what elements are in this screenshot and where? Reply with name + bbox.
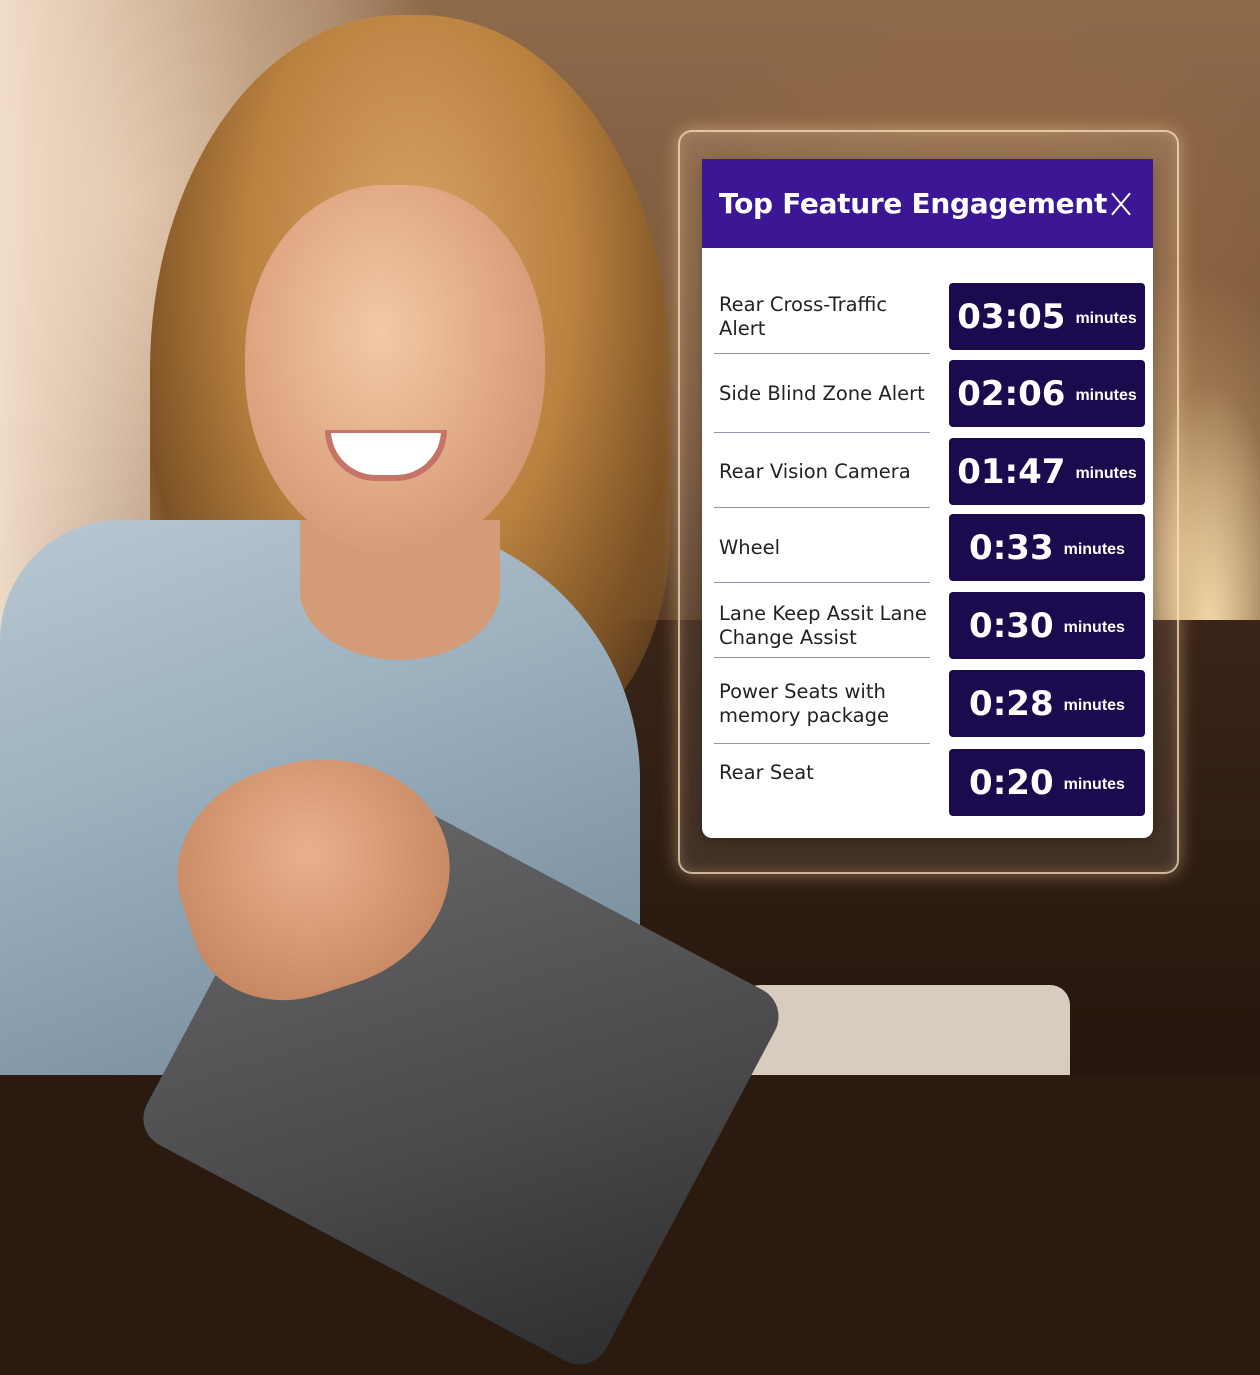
time-value: 0:28: [969, 683, 1054, 724]
time-value: 0:30: [969, 605, 1054, 646]
time-badge: 01:47 minutes: [949, 438, 1145, 505]
time-unit: minutes: [1075, 309, 1137, 327]
time-badge: 02:06 minutes: [949, 360, 1145, 427]
time-badge: 0:33 minutes: [949, 514, 1145, 581]
feature-label: Wheel: [719, 535, 781, 559]
feature-label: Side Blind Zone Alert: [719, 381, 925, 405]
feature-label: Lane Keep Assit Lane Change Assist: [719, 601, 927, 649]
feature-list: Rear Cross-Traffic Alert 03:05 minutes S…: [702, 248, 1153, 838]
cushion: [740, 985, 1070, 1075]
time-unit: minutes: [1075, 464, 1137, 482]
time-badge: 0:30 minutes: [949, 592, 1145, 659]
time-value: 01:47: [957, 451, 1066, 492]
row-divider: [714, 657, 930, 658]
time-unit: minutes: [1063, 618, 1125, 636]
time-badge: 0:20 minutes: [949, 749, 1145, 816]
row-divider: [714, 507, 930, 508]
feature-row: Side Blind Zone Alert 02:06 minutes: [714, 360, 1145, 427]
time-unit: minutes: [1063, 696, 1125, 714]
time-unit: minutes: [1075, 386, 1137, 404]
row-divider: [714, 432, 930, 433]
row-divider: [714, 743, 930, 744]
feature-row: Rear Seat 0:20 minutes: [714, 749, 1145, 816]
time-value: 0:20: [969, 762, 1054, 803]
time-unit: minutes: [1063, 540, 1125, 558]
feature-engagement-card: Top Feature Engagement Rear Cross-Traffi…: [702, 159, 1153, 838]
time-value: 02:06: [957, 373, 1066, 414]
row-divider: [714, 353, 930, 354]
feature-label: Rear Cross-Traffic Alert: [719, 292, 888, 340]
feature-label: Rear Vision Camera: [719, 459, 911, 483]
feature-label: Rear Seat: [719, 760, 814, 784]
feature-label: Power Seats with memory package: [719, 679, 889, 727]
feature-row: Rear Vision Camera 01:47 minutes: [714, 438, 1145, 505]
time-value: 0:33: [969, 527, 1054, 568]
card-header: Top Feature Engagement: [702, 159, 1153, 248]
feature-row: Rear Cross-Traffic Alert 03:05 minutes: [714, 283, 1145, 350]
feature-row: Power Seats with memory package 0:28 min…: [714, 670, 1145, 737]
time-unit: minutes: [1063, 775, 1125, 793]
close-icon[interactable]: [1109, 192, 1133, 216]
feature-row: Lane Keep Assit Lane Change Assist 0:30 …: [714, 592, 1145, 659]
woman-face: [245, 185, 545, 555]
feature-row: Wheel 0:33 minutes: [714, 514, 1145, 581]
time-value: 03:05: [957, 296, 1066, 337]
time-badge: 0:28 minutes: [949, 670, 1145, 737]
row-divider: [714, 582, 930, 583]
time-badge: 03:05 minutes: [949, 283, 1145, 350]
card-title: Top Feature Engagement: [719, 187, 1108, 220]
